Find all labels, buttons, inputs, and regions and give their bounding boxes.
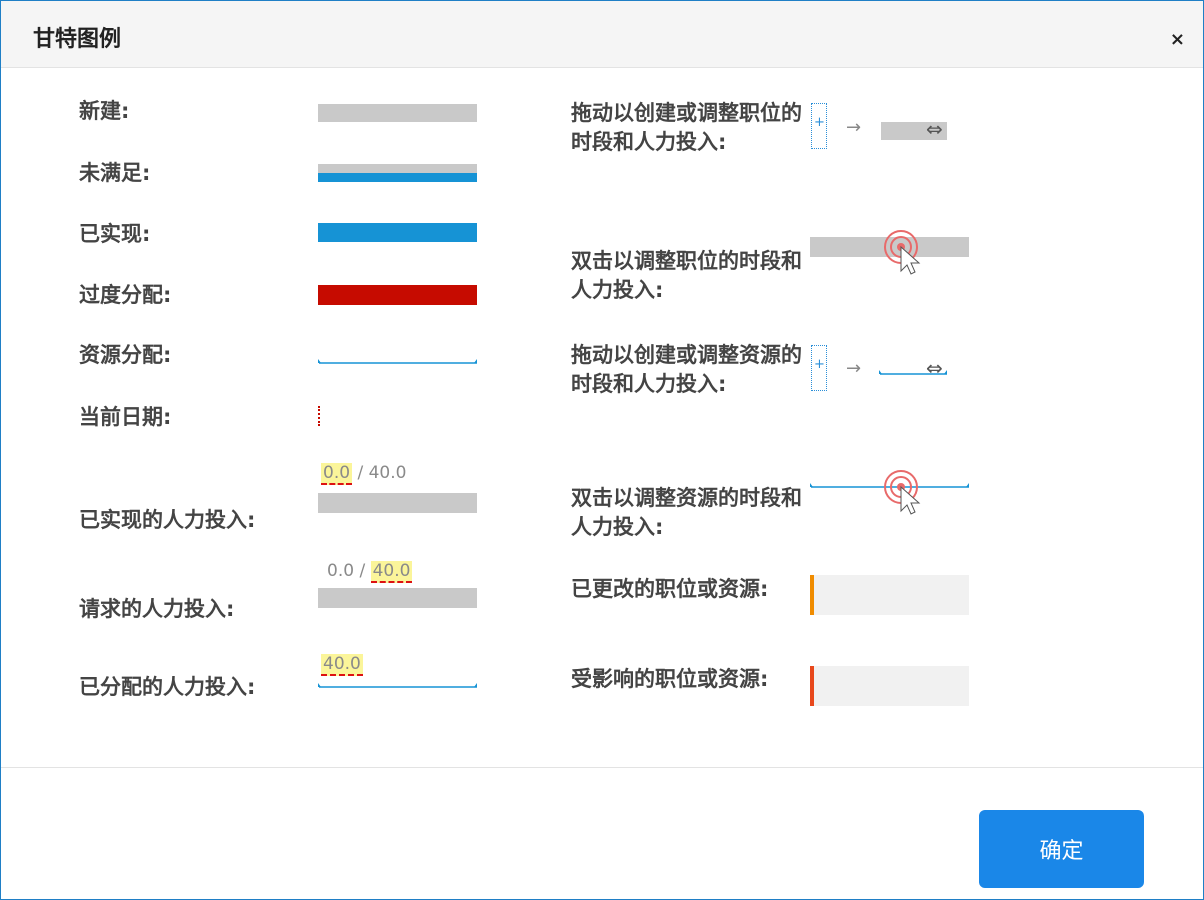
legend-label-drag-resource: 拖动以创建或调整资源的时段和人力投入: [571, 343, 802, 396]
legend-label-allocated-effort: 已分配的人力投入: [79, 675, 256, 699]
allocated-effort-line [318, 683, 477, 688]
unfulfilled-bar-bottom [318, 173, 477, 182]
requested-effort-value: 0.0 / [327, 561, 366, 581]
requested-effort-values: 0.0 / 40.0 [327, 560, 413, 583]
realized-effort-bar [318, 493, 477, 513]
legend-label-unfulfilled: 未满足: [79, 161, 151, 185]
legend-label-current-date: 当前日期: [79, 405, 172, 429]
resize-icon: ⇔ [926, 117, 943, 141]
double-click-cursor-icon [884, 470, 921, 515]
legend-label-realized-effort: 已实现的人力投入: [79, 508, 256, 532]
gantt-legend-dialog: 甘特图例 × 新建: 未满足: 已实现: 过度分配: 资源分配: 当前日期: 0… [0, 0, 1204, 900]
requested-effort-total: 40.0 [370, 561, 413, 583]
requested-effort-bar [318, 588, 477, 608]
resource-allocation-line [318, 359, 477, 364]
unfulfilled-bar-top [318, 164, 477, 173]
legend-label-requested-effort: 请求的人力投入: [79, 597, 235, 621]
arrow-icon: → [846, 358, 862, 379]
dialog-titlebar: 甘特图例 × [1, 1, 1203, 68]
legend-label-dblclick-resource: 双击以调整资源的时段和人力投入: [571, 486, 802, 539]
allocated-effort-values: 40.0 [321, 653, 363, 676]
legend-label-affected: 受影响的职位或资源: [571, 667, 769, 691]
legend-label-changed: 已更改的职位或资源: [571, 577, 769, 601]
realized-bar [318, 223, 477, 242]
close-icon[interactable]: × [1170, 31, 1185, 49]
changed-row [814, 575, 969, 615]
double-click-cursor-icon [884, 230, 921, 275]
plus-icon: + [814, 115, 825, 130]
drag-create-box: + [811, 103, 827, 149]
realized-effort-total: / 40.0 [357, 463, 407, 483]
footer-divider [1, 767, 1203, 768]
plus-icon: + [814, 357, 825, 372]
drag-create-resource-box: + [811, 345, 827, 391]
legend-label-drag-position: 拖动以创建或调整职位的时段和人力投入: [571, 101, 802, 154]
legend-label-realized: 已实现: [79, 222, 151, 246]
affected-row [814, 666, 969, 706]
overallocated-bar [318, 285, 477, 305]
arrow-icon: → [846, 117, 862, 138]
legend-label-dblclick-position: 双击以调整职位的时段和人力投入: [571, 249, 802, 302]
ok-button[interactable]: 确定 [979, 810, 1144, 888]
allocated-effort-value: 40.0 [321, 654, 363, 676]
current-date-marker [318, 406, 320, 426]
realized-effort-values: 0.0 / 40.0 [321, 462, 407, 485]
legend-label-overallocated: 过度分配: [79, 283, 172, 307]
legend-label-resource-allocation: 资源分配: [79, 343, 172, 367]
legend-label-new: 新建: [79, 99, 130, 123]
dialog-title: 甘特图例 [33, 27, 122, 52]
realized-effort-value: 0.0 [321, 463, 353, 485]
new-bar [318, 104, 477, 122]
resize-icon: ⇔ [926, 356, 943, 380]
